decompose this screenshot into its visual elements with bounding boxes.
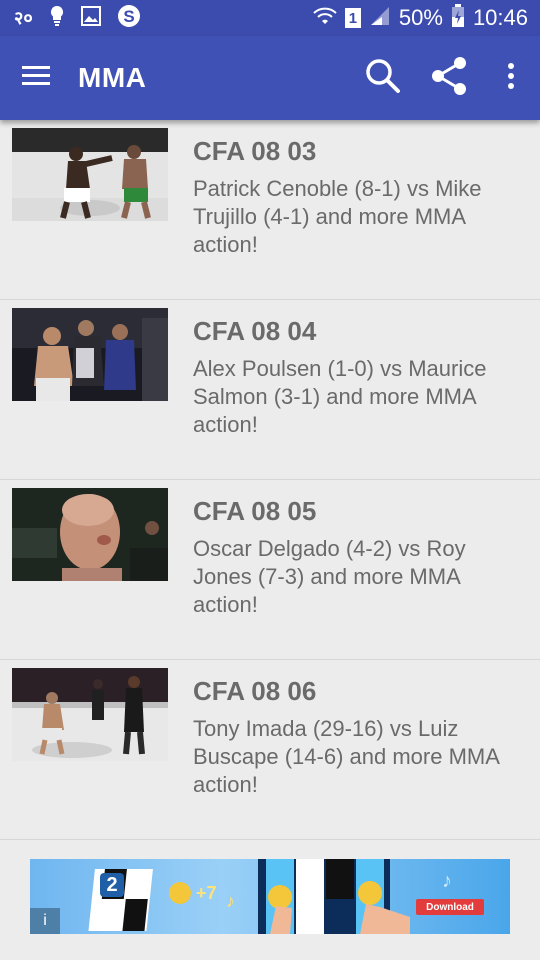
wifi-icon: [313, 6, 337, 31]
status-bar: २० S 1 50% 10:46: [0, 0, 540, 36]
item-description: Patrick Cenoble (8-1) vs Mike Trujillo (…: [193, 176, 482, 257]
ad-bonus: +7: [196, 883, 217, 903]
sim-icon: 1: [344, 8, 361, 28]
item-title: CFA 08 03: [193, 136, 317, 166]
item-text: CFA 08 06 Tony Imada (29-16) vs Luiz Bus…: [193, 676, 528, 799]
list-item[interactable]: CFA 08 05 Oscar Delgado (4-2) vs Roy Jon…: [0, 480, 540, 660]
battery-percent: 50%: [398, 5, 443, 30]
item-description: Oscar Delgado (4-2) vs Roy Jones (7-3) a…: [193, 536, 466, 617]
video-thumbnail[interactable]: [12, 668, 168, 761]
item-title: CFA 08 05: [193, 496, 317, 526]
item-title: CFA 08 04: [193, 316, 317, 346]
share-icon: [430, 56, 468, 101]
item-text: CFA 08 04 Alex Poulsen (1-0) vs Maurice …: [193, 316, 528, 439]
share-button[interactable]: [416, 36, 482, 120]
lightbulb-icon: [49, 5, 65, 32]
svg-text:♪: ♪: [226, 891, 235, 911]
skype-icon: S: [117, 4, 141, 33]
item-description: Tony Imada (29-16) vs Luiz Buscape (14-6…: [193, 716, 499, 797]
video-list: CFA 08 03 Patrick Cenoble (8-1) vs Mike …: [0, 120, 540, 840]
list-item[interactable]: CFA 08 06 Tony Imada (29-16) vs Luiz Bus…: [0, 660, 540, 840]
ad-number: 2: [100, 873, 124, 897]
image-icon: [80, 5, 101, 31]
item-title: CFA 08 06: [193, 676, 317, 706]
more-vert-icon: [507, 62, 515, 95]
sim-number: 1: [348, 9, 358, 27]
item-text: CFA 08 03 Patrick Cenoble (8-1) vs Mike …: [193, 136, 528, 259]
ad-banner[interactable]: ♪ ♪ 2 +7 Download i: [30, 859, 510, 934]
clock: 10:46: [472, 5, 528, 30]
ad-info-icon[interactable]: i: [30, 908, 60, 934]
video-thumbnail[interactable]: [12, 488, 168, 581]
search-icon: [365, 58, 401, 99]
item-text: CFA 08 05 Oscar Delgado (4-2) vs Roy Jon…: [193, 496, 528, 619]
overflow-menu-button[interactable]: [482, 36, 540, 120]
video-thumbnail[interactable]: [12, 128, 168, 221]
ad-download-button[interactable]: Download: [416, 899, 484, 915]
notification-text: २०: [14, 8, 33, 28]
list-item[interactable]: CFA 08 03 Patrick Cenoble (8-1) vs Mike …: [0, 120, 540, 300]
svg-text:S: S: [123, 7, 134, 26]
status-right: 1 50% 10:46: [313, 3, 540, 33]
menu-icon: [22, 65, 50, 92]
status-left: २० S: [0, 4, 141, 33]
video-thumbnail[interactable]: [12, 308, 168, 401]
signal-icon: [369, 6, 391, 31]
menu-button[interactable]: [0, 36, 72, 120]
svg-text:♪: ♪: [442, 870, 452, 892]
search-button[interactable]: [350, 36, 416, 120]
page-title: MMA: [78, 62, 147, 93]
app-bar: MMA: [0, 36, 540, 120]
list-item[interactable]: CFA 08 04 Alex Poulsen (1-0) vs Maurice …: [0, 300, 540, 480]
battery-charging-icon: [451, 3, 465, 33]
item-description: Alex Poulsen (1-0) vs Maurice Salmon (3-…: [193, 356, 487, 437]
